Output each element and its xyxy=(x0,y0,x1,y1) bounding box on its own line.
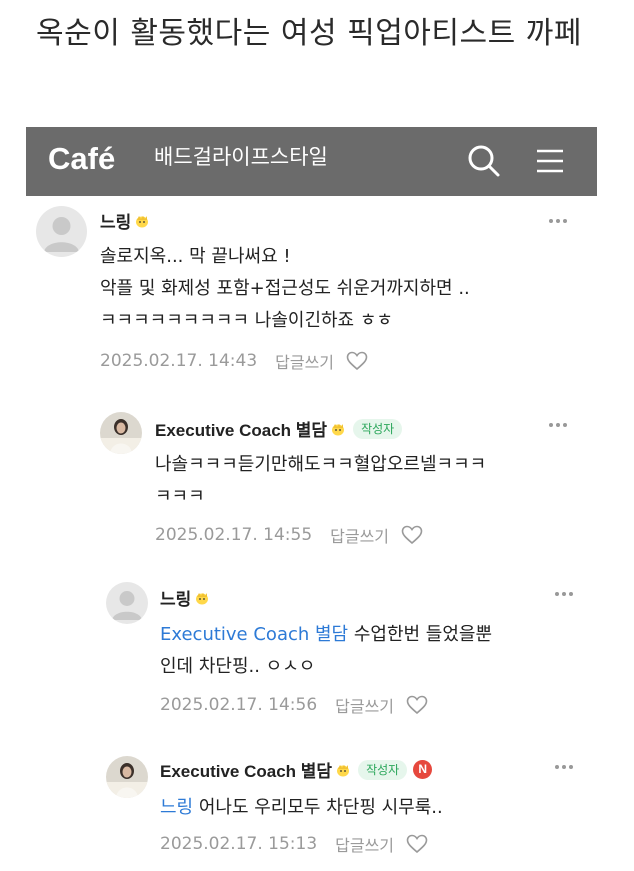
comment-text: 나솔ㅋㅋㅋ듣기만해도ㅋㅋ혈압오르넬ㅋㅋㅋ ㅋㅋㅋ xyxy=(155,449,595,513)
more-options-icon[interactable] xyxy=(554,591,574,597)
heart-icon[interactable] xyxy=(406,695,428,715)
comment-author[interactable]: 느링 xyxy=(100,208,131,233)
comment-line: 인데 차단핑.. ㅇㅅㅇ xyxy=(160,656,316,677)
comment-line: 악플 및 화제성 포함+접근성도 쉬운거까지하면 .. xyxy=(100,278,470,299)
comment-line: 솔로지옥... 막 끝나써요 ! xyxy=(100,246,291,267)
avatar[interactable] xyxy=(106,582,148,624)
heart-icon[interactable] xyxy=(406,834,428,854)
reply-button[interactable]: 답글쓰기 xyxy=(335,832,394,856)
more-options-icon[interactable] xyxy=(548,218,568,224)
comment-line-text: 어나도 우리모두 차단핑 시무룩.. xyxy=(193,797,443,818)
heart-icon[interactable] xyxy=(401,525,423,545)
avatar[interactable] xyxy=(106,756,148,798)
search-icon[interactable] xyxy=(464,141,504,181)
mention-link[interactable]: 느링 xyxy=(160,797,193,818)
comment-text: 솔로지옥... 막 끝나써요 ! 악플 및 화제성 포함+접근성도 쉬운거까지하… xyxy=(100,241,600,337)
comment-date: 2025.02.17. 14:43 xyxy=(100,351,258,371)
more-options-icon[interactable] xyxy=(554,764,574,770)
menu-icon[interactable] xyxy=(534,145,566,177)
heart-icon[interactable] xyxy=(346,351,368,371)
comment-date: 2025.02.17. 14:55 xyxy=(155,525,313,545)
comment-date: 2025.02.17. 14:56 xyxy=(160,695,318,715)
comment-author[interactable]: Executive Coach 별담 xyxy=(160,757,332,782)
cafe-logo[interactable]: Café xyxy=(48,137,115,181)
comment-line: ㅋㅋㅋㅋㅋㅋㅋㅋㅋ 나솔이긴하죠 ㅎㅎ xyxy=(100,310,393,331)
cafe-name[interactable]: 배드걸라이프스타일 xyxy=(154,141,328,173)
comment-line: Executive Coach 별담 수업한번 들었을뿐 xyxy=(160,619,600,651)
member-level-icon xyxy=(196,592,209,604)
profile-photo xyxy=(100,412,142,454)
comment-line: 느링 어나도 우리모두 차단핑 시무룩.. xyxy=(160,792,600,824)
comment-author[interactable]: Executive Coach 별담 xyxy=(155,416,327,441)
avatar[interactable] xyxy=(36,206,87,257)
member-level-icon xyxy=(136,215,149,227)
comment-author[interactable]: 느링 xyxy=(160,585,191,610)
new-badge: N xyxy=(413,760,433,779)
post-title: 옥순이 활동했다는 여성 픽업아티스트 까페 xyxy=(36,16,582,51)
member-level-icon xyxy=(332,423,345,435)
writer-badge: 작성자 xyxy=(353,418,403,439)
comment-line-text: 수업한번 들었을뿐 xyxy=(348,624,493,645)
writer-badge: 작성자 xyxy=(358,759,408,780)
mention-link[interactable]: Executive Coach 별담 xyxy=(160,624,348,645)
avatar[interactable] xyxy=(100,412,142,454)
reply-button[interactable]: 답글쓰기 xyxy=(335,693,394,717)
more-options-icon[interactable] xyxy=(548,422,568,428)
default-profile-icon xyxy=(44,217,79,252)
cafe-header: Café 배드걸라이프스타일 xyxy=(26,127,597,196)
reply-button[interactable]: 답글쓰기 xyxy=(275,349,334,373)
comment-line: ㅋㅋㅋ xyxy=(155,486,205,507)
comment-text: Executive Coach 별담 수업한번 들었을뿐 인데 차단핑.. ㅇㅅ… xyxy=(160,619,600,683)
profile-photo xyxy=(106,756,148,798)
reply-button[interactable]: 답글쓰기 xyxy=(330,523,389,547)
member-level-icon xyxy=(337,764,350,776)
comment-date: 2025.02.17. 15:13 xyxy=(160,834,318,854)
comment-line: 나솔ㅋㅋㅋ듣기만해도ㅋㅋ혈압오르넬ㅋㅋㅋ xyxy=(155,454,487,475)
default-profile-icon xyxy=(112,591,142,620)
comment-text: 느링 어나도 우리모두 차단핑 시무룩.. xyxy=(160,792,600,824)
